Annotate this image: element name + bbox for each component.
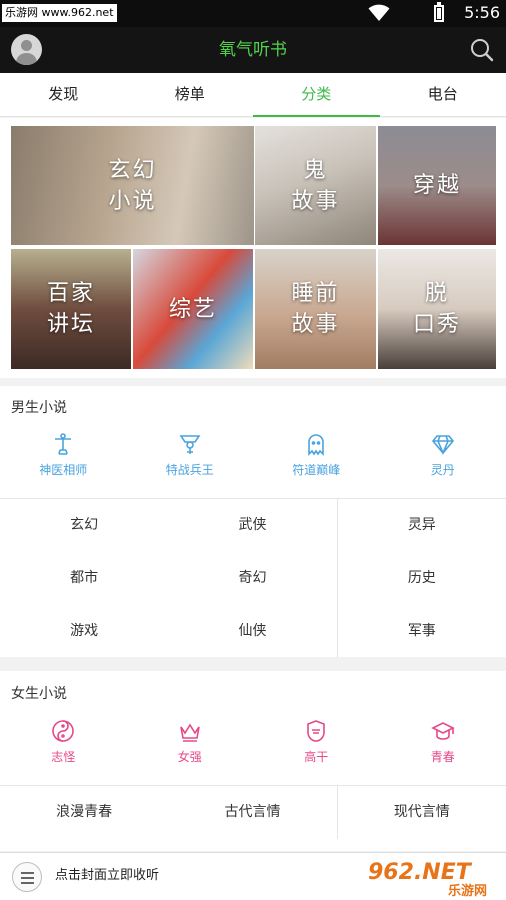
female-subcat-1[interactable]: 女强 bbox=[127, 719, 254, 779]
genre-cell[interactable]: 奇幻 bbox=[168, 552, 336, 605]
app-title: 氧气听书 bbox=[219, 40, 287, 60]
category-label: 百家 讲坛 bbox=[46, 281, 95, 337]
female-subcat-2[interactable]: 高干 bbox=[253, 719, 380, 779]
statue-icon bbox=[55, 433, 72, 455]
genre-row: 游戏 仙侠 军事 bbox=[0, 605, 506, 658]
category-tile-time-travel[interactable]: 穿越 bbox=[378, 126, 496, 245]
genre-cell[interactable]: 古代言情 bbox=[168, 786, 336, 839]
subcat-label: 特战兵王 bbox=[165, 463, 214, 477]
genre-cell[interactable]: 历史 bbox=[336, 552, 506, 605]
male-icon-row: 神医相师 特战兵王 符道巅峰 灵丹 bbox=[0, 432, 506, 492]
app-bar: 氧气听书 bbox=[0, 27, 506, 73]
genre-cell[interactable]: 灵异 bbox=[336, 499, 506, 552]
watermark-digits: 962 bbox=[368, 860, 414, 885]
category-label: 脱 口秀 bbox=[412, 281, 461, 337]
male-subcat-3[interactable]: 灵丹 bbox=[380, 432, 506, 492]
subcat-label: 青春 bbox=[430, 750, 455, 764]
genre-cell[interactable]: 军事 bbox=[336, 605, 506, 658]
category-label: 综艺 bbox=[168, 296, 217, 322]
category-tile-variety[interactable]: 综艺 bbox=[133, 249, 253, 369]
playlist-button[interactable] bbox=[12, 862, 42, 892]
female-novels-section: 女生小说 志怪 女强 高干 青春 浪漫青春 古代言情 现代言情 bbox=[0, 671, 506, 851]
section-title: 女生小说 bbox=[11, 686, 67, 702]
clock: 5:56 bbox=[464, 3, 500, 22]
subcat-label: 志怪 bbox=[51, 750, 76, 764]
female-subcat-0[interactable]: 志怪 bbox=[0, 719, 127, 779]
menu-line bbox=[21, 882, 34, 884]
genre-cell[interactable]: 都市 bbox=[0, 552, 168, 605]
wifi-icon bbox=[368, 4, 390, 21]
category-label: 玄幻 小说 bbox=[108, 157, 157, 214]
status-bar: 乐游网 www.962.net 5:56 bbox=[0, 0, 506, 27]
subcat-label: 高干 bbox=[304, 750, 329, 764]
genre-cell[interactable]: 玄幻 bbox=[0, 499, 168, 552]
category-grid: 玄幻 小说 鬼 故事 穿越 百家 讲坛 综艺 睡前 故事 脱 口秀 bbox=[0, 118, 506, 378]
tab-categories[interactable]: 分类 bbox=[253, 73, 380, 117]
category-label: 睡前 故事 bbox=[291, 281, 340, 337]
category-tile-talk-show[interactable]: 脱 口秀 bbox=[378, 249, 496, 369]
menu-line bbox=[21, 877, 34, 879]
tab-bar: 发现 榜单 分类 电台 bbox=[0, 73, 506, 117]
genre-cell[interactable]: 浪漫青春 bbox=[0, 786, 168, 839]
genre-cell[interactable]: 游戏 bbox=[0, 605, 168, 658]
genre-cell[interactable]: 仙侠 bbox=[168, 605, 336, 658]
female-icon-row: 志怪 女强 高干 青春 bbox=[0, 719, 506, 779]
male-subcat-1[interactable]: 特战兵王 bbox=[127, 432, 254, 492]
battery-icon bbox=[434, 5, 444, 22]
diamond-icon bbox=[431, 435, 454, 456]
subcat-label: 符道巅峰 bbox=[292, 463, 341, 477]
search-icon[interactable] bbox=[470, 38, 494, 62]
category-tile-fantasy-novel[interactable]: 玄幻 小说 bbox=[11, 126, 254, 245]
watermark: 乐游网 www.962.net bbox=[2, 4, 117, 22]
site-watermark-logo: 962.NET 乐游网 bbox=[368, 858, 498, 899]
female-genre-grid: 浪漫青春 古代言情 现代言情 bbox=[0, 785, 506, 839]
category-tile-lecture-room[interactable]: 百家 讲坛 bbox=[11, 249, 131, 369]
subcat-label: 神医相师 bbox=[39, 463, 88, 477]
genre-row: 玄幻 武侠 灵异 bbox=[0, 499, 506, 552]
watermark-sub: 乐游网 bbox=[448, 884, 488, 899]
ghost-icon bbox=[308, 434, 325, 456]
tab-radio[interactable]: 电台 bbox=[380, 73, 506, 116]
category-label: 穿越 bbox=[412, 173, 461, 198]
tab-discover[interactable]: 发现 bbox=[0, 73, 127, 116]
graduation-cap-icon bbox=[430, 722, 455, 740]
genre-row: 都市 奇幻 历史 bbox=[0, 552, 506, 605]
male-subcat-2[interactable]: 符道巅峰 bbox=[253, 432, 380, 492]
tab-rankings[interactable]: 榜单 bbox=[127, 73, 254, 116]
category-tile-bedtime-stories[interactable]: 睡前 故事 bbox=[255, 249, 376, 369]
male-subcat-0[interactable]: 神医相师 bbox=[0, 432, 127, 492]
genre-cell[interactable]: 现代言情 bbox=[336, 786, 506, 839]
menu-line bbox=[21, 872, 34, 874]
yin-yang-icon bbox=[52, 720, 75, 742]
male-genre-grid: 玄幻 武侠 灵异 都市 奇幻 历史 游戏 仙侠 军事 bbox=[0, 498, 506, 658]
category-tile-ghost-stories[interactable]: 鬼 故事 bbox=[255, 126, 376, 245]
male-novels-section: 男生小说 神医相师 特战兵王 符道巅峰 灵丹 玄幻 武侠 灵异 都市 奇幻 历史… bbox=[0, 386, 506, 658]
genre-row: 浪漫青春 古代言情 现代言情 bbox=[0, 786, 506, 839]
crown-icon bbox=[179, 723, 200, 742]
emblem-icon bbox=[179, 435, 201, 454]
badge-icon bbox=[307, 720, 326, 742]
subcat-label: 灵丹 bbox=[430, 463, 455, 477]
female-subcat-3[interactable]: 青春 bbox=[380, 719, 506, 779]
subcat-label: 女强 bbox=[177, 750, 202, 764]
category-label: 鬼 故事 bbox=[291, 157, 340, 214]
genre-cell[interactable]: 武侠 bbox=[168, 499, 336, 552]
player-hint: 点击封面立即收听 bbox=[55, 868, 160, 883]
section-title: 男生小说 bbox=[11, 400, 67, 416]
